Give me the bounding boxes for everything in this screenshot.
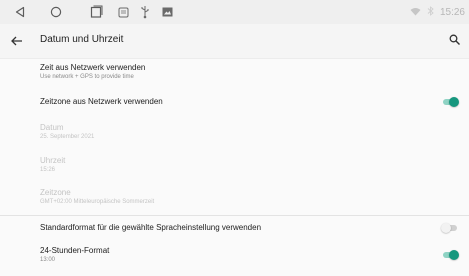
switch-thumb bbox=[449, 250, 459, 260]
search-icon[interactable] bbox=[447, 32, 463, 48]
setting-summary: 15:26 bbox=[40, 167, 56, 173]
switch-thumb bbox=[449, 97, 459, 107]
clock: 15:26 bbox=[439, 6, 465, 18]
setting-time: Uhrzeit 15:26 bbox=[0, 149, 469, 179]
setting-title: Zeitzone bbox=[40, 188, 71, 197]
switch-thumb bbox=[441, 223, 451, 233]
image-icon bbox=[160, 0, 174, 24]
status-right: 15:26 bbox=[410, 0, 465, 24]
recents-square-icon[interactable] bbox=[88, 0, 104, 24]
locale-format-switch[interactable] bbox=[441, 223, 459, 233]
page-title: Datum und Uhrzeit bbox=[40, 34, 124, 45]
setting-title: Zeitzone aus Netzwerk verwenden bbox=[40, 97, 163, 106]
setting-date: Datum 25. September 2021 bbox=[0, 116, 469, 146]
app-bar: Datum und Uhrzeit bbox=[0, 24, 469, 59]
bluetooth-icon bbox=[427, 3, 434, 21]
setting-title: Zeit aus Netzwerk verwenden bbox=[40, 63, 146, 72]
setting-title: Uhrzeit bbox=[40, 156, 66, 165]
settings-list: Zeit aus Netzwerk verwenden Use network … bbox=[0, 58, 469, 276]
network-timezone-switch[interactable] bbox=[441, 97, 459, 107]
arrow-back-icon[interactable] bbox=[8, 32, 26, 50]
setting-timezone: Zeitzone GMT+02:00 Mitteleuropäische Som… bbox=[0, 181, 469, 211]
setting-summary: 13:00 bbox=[40, 257, 56, 263]
24-hour-switch[interactable] bbox=[441, 250, 459, 260]
screenshot-icon bbox=[116, 0, 130, 24]
setting-locale-format[interactable]: Standardformat für die gewählte Sprachei… bbox=[0, 216, 469, 242]
setting-24-hour[interactable]: 24-Stunden-Format 13:00 bbox=[0, 242, 469, 272]
setting-title: Standardformat für die gewählte Sprachei… bbox=[40, 223, 262, 232]
setting-title: 24-Stunden-Format bbox=[40, 246, 110, 255]
setting-summary: GMT+02:00 Mitteleuropäische Sommerzeit bbox=[40, 199, 155, 205]
setting-summary: 25. September 2021 bbox=[40, 134, 95, 140]
status-bar: 15:26 bbox=[0, 0, 469, 24]
back-triangle-icon[interactable] bbox=[12, 0, 28, 24]
home-circle-icon[interactable] bbox=[48, 0, 64, 24]
wifi-icon bbox=[410, 3, 421, 21]
setting-network-time[interactable]: Zeit aus Netzwerk verwenden Use network … bbox=[0, 58, 469, 88]
setting-network-timezone[interactable]: Zeitzone aus Netzwerk verwenden bbox=[0, 88, 469, 114]
usb-icon bbox=[138, 0, 152, 24]
setting-title: Datum bbox=[40, 123, 64, 132]
setting-summary: Use network + GPS to provide time bbox=[40, 74, 134, 80]
